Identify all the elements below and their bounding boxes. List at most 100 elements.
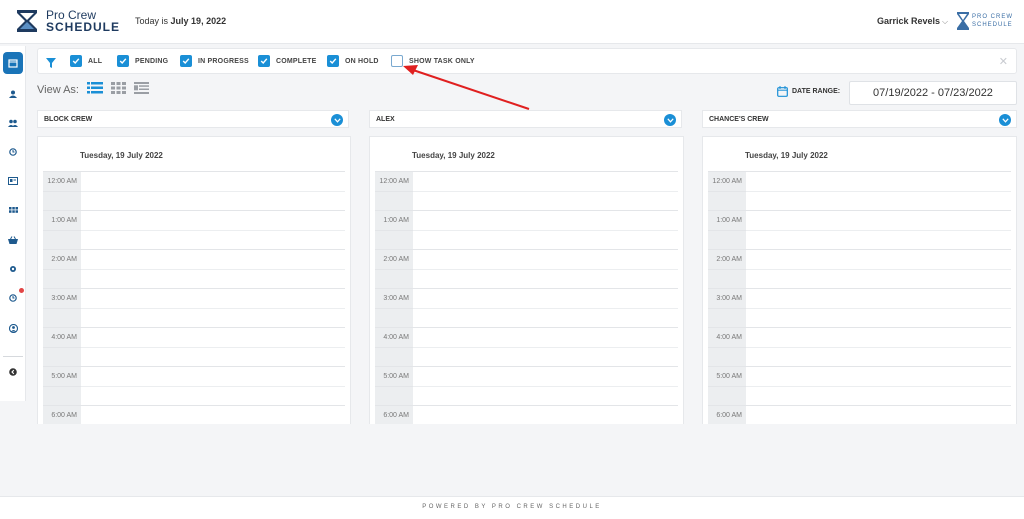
date-range-input[interactable]: 07/19/2022 - 07/23/2022 [849, 81, 1017, 105]
crew-day-schedule: Tuesday, 19 July 2022 12:00 AM 1:00 AM 2… [369, 136, 684, 424]
time-slot[interactable]: 1:00 AM [708, 210, 1011, 250]
footer: POWERED BY PRO CREW SCHEDULE [0, 496, 1024, 519]
filter-pending-checkbox[interactable]: PENDING [117, 55, 168, 67]
notification-badge [19, 288, 24, 293]
today-text: Today is July 19, 2022 [135, 16, 226, 26]
time-slot[interactable]: 5:00 AM [708, 366, 1011, 406]
filter-in-progress-label: IN PROGRESS [198, 57, 249, 65]
view-as-switcher: View As: [37, 82, 149, 97]
today-prefix: Today is [135, 16, 169, 26]
crew-day-schedule: Tuesday, 19 July 2022 12:00 AM 1:00 AM 2… [702, 136, 1017, 424]
filter-icon [46, 55, 56, 73]
day-title: Tuesday, 19 July 2022 [745, 151, 828, 160]
time-slot[interactable]: 4:00 AM [43, 327, 345, 367]
list-view-icon[interactable] [87, 82, 103, 97]
time-slot[interactable]: 6:00 AM [375, 405, 678, 424]
day-title: Tuesday, 19 July 2022 [80, 151, 163, 160]
chevron-down-icon: ⌵ [942, 17, 949, 26]
chevron-down-icon[interactable] [664, 114, 676, 126]
show-task-only-label: SHOW TASK ONLY [409, 57, 475, 65]
user-name: Garrick Revels [877, 16, 941, 26]
filter-on-hold-label: ON HOLD [345, 57, 379, 65]
date-range-label: DATE RANGE: [777, 86, 840, 97]
time-slot[interactable]: 2:00 AM [375, 249, 678, 289]
status-filter-bar: ALL PENDING IN PROGRESS COMPLETE ON HOLD… [37, 48, 1017, 74]
checkbox-unchecked-icon [391, 55, 403, 67]
time-slot[interactable]: 12:00 AM [43, 171, 345, 211]
crew-day-schedule: Tuesday, 19 July 2022 12:00 AM 1:00 AM 2… [37, 136, 351, 424]
time-grid: 12:00 AM 1:00 AM 2:00 AM 3:00 AM 4:00 AM… [708, 171, 1011, 424]
gear-icon[interactable] [5, 261, 21, 277]
time-slot[interactable]: 1:00 AM [43, 210, 345, 250]
time-slot[interactable]: 2:00 AM [43, 249, 345, 289]
time-label: 6:00 AM [375, 406, 413, 424]
filter-complete-label: COMPLETE [276, 57, 317, 65]
checkbox-checked-icon [180, 55, 192, 67]
time-slot[interactable]: 5:00 AM [43, 366, 345, 406]
time-label: 6:00 AM [708, 406, 746, 424]
today-date: July 19, 2022 [170, 16, 227, 26]
checkbox-checked-icon [70, 55, 82, 67]
time-slot[interactable]: 4:00 AM [708, 327, 1011, 367]
basket-icon[interactable] [5, 232, 21, 248]
crew-column-header[interactable]: BLOCK CREW [37, 110, 349, 128]
crew-name: ALEX [376, 116, 395, 123]
user-menu[interactable]: Garrick Revels ⌵ [877, 16, 948, 27]
chevron-down-icon[interactable] [331, 114, 343, 126]
time-slot[interactable]: 3:00 AM [43, 288, 345, 328]
small-logo-line1: PRO CREW [972, 14, 1013, 20]
clock-icon[interactable] [5, 144, 21, 160]
filter-all-checkbox[interactable]: ALL [70, 55, 102, 67]
crew-column-header[interactable]: CHANCE'S CREW [702, 110, 1017, 128]
calendar-icon [777, 86, 788, 97]
hourglass-logo-icon [14, 8, 40, 34]
time-label: 6:00 AM [43, 406, 81, 424]
account-icon[interactable] [5, 320, 21, 336]
top-header: Pro Crew SCHEDULE Today is July 19, 2022… [0, 0, 1024, 44]
show-task-only-checkbox[interactable]: SHOW TASK ONLY [391, 55, 475, 67]
time-slot[interactable]: 3:00 AM [375, 288, 678, 328]
calendar-icon[interactable] [3, 52, 23, 74]
alarm-icon[interactable] [5, 288, 24, 306]
time-grid: 12:00 AM 1:00 AM 2:00 AM 3:00 AM 4:00 AM… [43, 171, 345, 424]
checkbox-checked-icon [117, 55, 129, 67]
crew-name: CHANCE'S CREW [709, 116, 769, 123]
crew-name: BLOCK CREW [44, 116, 93, 123]
view-as-label: View As: [37, 83, 79, 96]
filter-pending-label: PENDING [135, 57, 169, 65]
detail-view-icon[interactable] [134, 82, 149, 97]
logo-line2: SCHEDULE [46, 20, 121, 34]
filter-complete-checkbox[interactable]: COMPLETE [258, 55, 317, 67]
time-slot[interactable]: 2:00 AM [708, 249, 1011, 289]
left-sidebar [0, 46, 26, 401]
grid-icon[interactable] [5, 203, 21, 219]
id-card-icon[interactable] [5, 173, 21, 189]
small-logo: PRO CREW SCHEDULE [957, 12, 1013, 30]
time-slot[interactable]: 3:00 AM [708, 288, 1011, 328]
grid-view-icon[interactable] [111, 82, 126, 97]
time-slot[interactable]: 12:00 AM [375, 171, 678, 211]
time-slot[interactable]: 6:00 AM [708, 405, 1011, 424]
filter-on-hold-checkbox[interactable]: ON HOLD [327, 55, 379, 67]
checkbox-checked-icon [258, 55, 270, 67]
collapse-back-icon[interactable] [5, 364, 21, 380]
time-slot[interactable]: 1:00 AM [375, 210, 678, 250]
chevron-down-icon[interactable] [999, 114, 1011, 126]
crew-column-header[interactable]: ALEX [369, 110, 682, 128]
checkbox-checked-icon [327, 55, 339, 67]
filter-in-progress-checkbox[interactable]: IN PROGRESS [180, 55, 249, 67]
time-slot[interactable]: 6:00 AM [43, 405, 345, 424]
users-icon[interactable] [5, 115, 21, 131]
time-slot[interactable]: 5:00 AM [375, 366, 678, 406]
filter-all-label: ALL [88, 57, 103, 65]
user-icon[interactable] [5, 86, 21, 102]
time-grid: 12:00 AM 1:00 AM 2:00 AM 3:00 AM 4:00 AM… [375, 171, 678, 424]
time-slot[interactable]: 12:00 AM [708, 171, 1011, 211]
day-title: Tuesday, 19 July 2022 [412, 151, 495, 160]
time-slot[interactable]: 4:00 AM [375, 327, 678, 367]
date-range-label-text: DATE RANGE: [792, 88, 841, 95]
hourglass-small-icon [957, 12, 969, 30]
small-logo-line2: SCHEDULE [972, 22, 1013, 28]
app-logo[interactable]: Pro Crew SCHEDULE [14, 8, 120, 34]
close-icon[interactable]: ✕ [999, 55, 1008, 68]
